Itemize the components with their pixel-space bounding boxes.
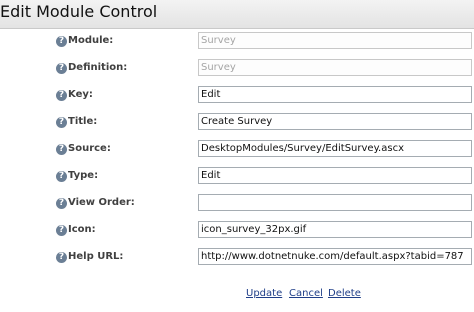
view-order-input[interactable] (198, 194, 472, 211)
view-order-label: View Order: (68, 197, 135, 208)
definition-row: ? Definition: (0, 58, 474, 84)
key-row: ? Key: (0, 85, 474, 111)
icon-row: ? Icon: (0, 220, 474, 246)
key-label: Key: (68, 89, 93, 100)
update-link[interactable]: Update (246, 288, 282, 299)
module-label: Module: (68, 35, 114, 46)
type-row: ? Type: (0, 166, 474, 192)
source-label: Source: (68, 143, 111, 154)
module-field (198, 32, 472, 49)
title-input[interactable] (198, 113, 472, 130)
help-url-label: Help URL: (68, 251, 124, 262)
action-bar: Update Cancel Delete (0, 288, 474, 302)
help-question-icon[interactable]: ? (56, 144, 67, 155)
definition-field (198, 59, 472, 76)
cancel-link[interactable]: Cancel (289, 288, 323, 299)
icon-input[interactable] (198, 221, 472, 238)
help-question-icon[interactable]: ? (56, 252, 67, 263)
source-input[interactable] (198, 140, 472, 157)
help-question-icon[interactable]: ? (56, 198, 67, 209)
help-url-row: ? Help URL: (0, 247, 474, 273)
help-url-input[interactable] (198, 248, 472, 265)
definition-label: Definition: (68, 62, 128, 73)
module-row: ? Module: (0, 31, 474, 57)
title-row: ? Title: (0, 112, 474, 138)
type-label: Type: (68, 170, 99, 181)
help-question-icon[interactable]: ? (56, 63, 67, 74)
type-input[interactable] (198, 167, 472, 184)
icon-label: Icon: (68, 224, 96, 235)
page-title: Edit Module Control (0, 2, 158, 21)
delete-link[interactable]: Delete (328, 288, 361, 299)
help-question-icon[interactable]: ? (56, 117, 67, 128)
title-bar: Edit Module Control (0, 0, 474, 29)
source-row: ? Source: (0, 139, 474, 165)
help-question-icon[interactable]: ? (56, 171, 67, 182)
key-input[interactable] (198, 86, 472, 103)
view-order-row: ? View Order: (0, 193, 474, 219)
help-question-icon[interactable]: ? (56, 90, 67, 101)
help-question-icon[interactable]: ? (56, 225, 67, 236)
title-label: Title: (68, 116, 98, 127)
help-question-icon[interactable]: ? (56, 36, 67, 47)
